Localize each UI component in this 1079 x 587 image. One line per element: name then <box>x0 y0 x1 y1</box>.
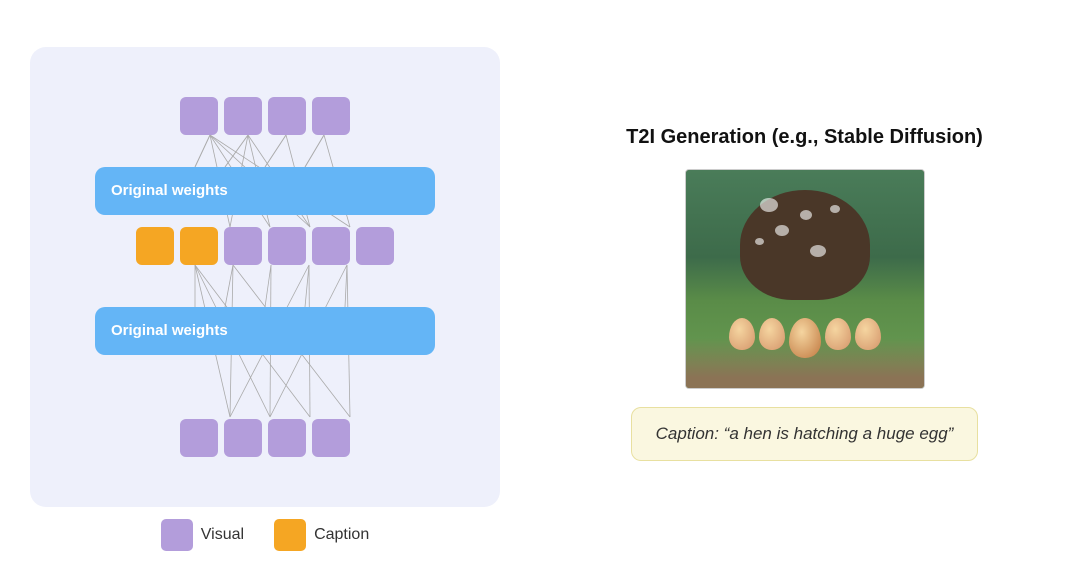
mid-nodes-layer <box>136 227 394 265</box>
left-panel: Original weights Original weights <box>0 0 530 587</box>
spot-3 <box>775 225 789 236</box>
right-panel: T2I Generation (e.g., Stable Diffusion) <box>530 0 1079 587</box>
weight-bar-bottom: Original weights <box>95 307 435 355</box>
caption-legend-label: Caption <box>314 526 369 544</box>
caption-text: Caption: “a hen is hatching a huge egg” <box>656 424 954 443</box>
mid-node-orange-2 <box>180 227 218 265</box>
mid-node-purple-4 <box>356 227 394 265</box>
hen-body <box>740 190 870 300</box>
bottom-nodes-layer <box>180 419 350 457</box>
bot-node-1 <box>180 419 218 457</box>
bot-node-3 <box>268 419 306 457</box>
spot-6 <box>755 238 764 245</box>
caption-legend-item: Caption <box>274 519 369 551</box>
egg-4 <box>855 318 881 350</box>
weight-label-top: Original weights <box>111 182 228 199</box>
top-nodes-layer <box>180 97 350 135</box>
egg-large <box>789 318 821 358</box>
mid-node-orange-1 <box>136 227 174 265</box>
weight-label-bottom: Original weights <box>111 322 228 339</box>
top-node-4 <box>312 97 350 135</box>
nn-diagram: Original weights Original weights <box>65 87 465 467</box>
visual-legend-item: Visual <box>161 519 244 551</box>
visual-legend-box <box>161 519 193 551</box>
top-node-3 <box>268 97 306 135</box>
legend: Visual Caption <box>161 519 369 551</box>
neural-network-diagram: Original weights Original weights <box>30 47 500 507</box>
weight-bar-top: Original weights <box>95 167 435 215</box>
bot-node-4 <box>312 419 350 457</box>
spot-5 <box>810 245 826 257</box>
mid-node-purple-1 <box>224 227 262 265</box>
connections-svg <box>65 87 465 467</box>
spot-1 <box>760 198 778 212</box>
eggs-container <box>729 318 881 358</box>
caption-box: Caption: “a hen is hatching a huge egg” <box>631 407 979 461</box>
caption-legend-box <box>274 519 306 551</box>
egg-2 <box>759 318 785 350</box>
top-node-1 <box>180 97 218 135</box>
egg-3 <box>825 318 851 350</box>
egg-1 <box>729 318 755 350</box>
chicken-background <box>686 170 924 388</box>
chicken-image <box>685 169 925 389</box>
visual-legend-label: Visual <box>201 526 244 544</box>
mid-node-purple-3 <box>312 227 350 265</box>
spot-4 <box>830 205 840 213</box>
bot-node-2 <box>224 419 262 457</box>
mid-node-purple-2 <box>268 227 306 265</box>
spot-2 <box>800 210 812 220</box>
panel-title: T2I Generation (e.g., Stable Diffusion) <box>626 126 983 149</box>
top-node-2 <box>224 97 262 135</box>
